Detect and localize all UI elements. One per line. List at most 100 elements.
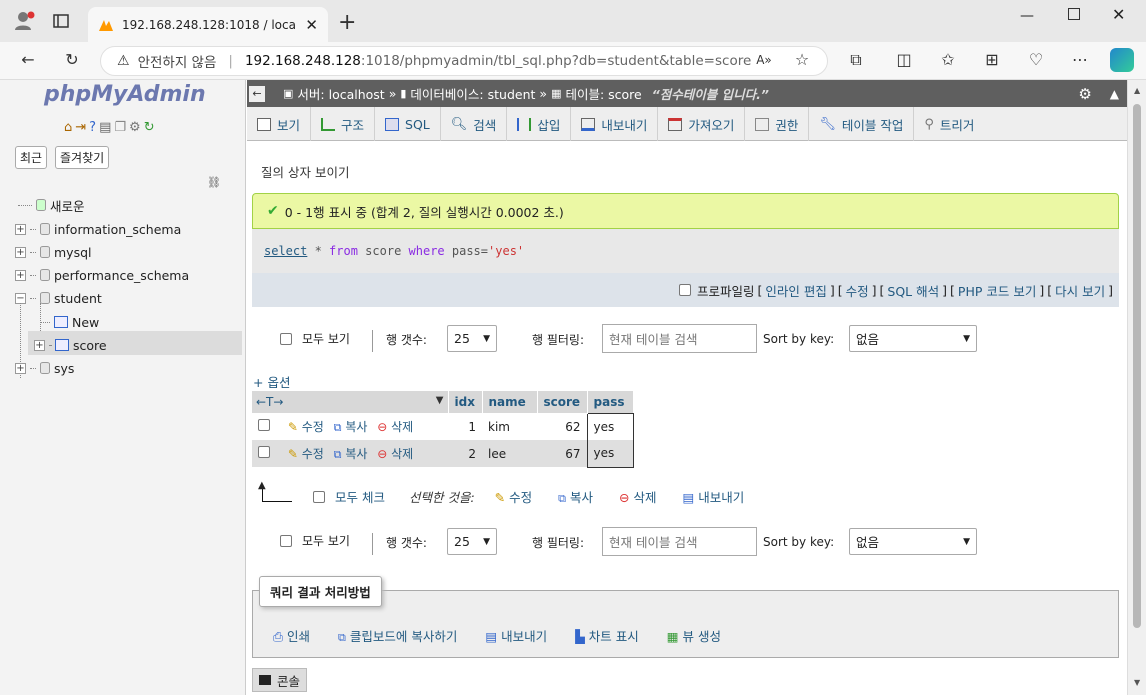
breadcrumb-database[interactable]: 데이터베이스: student bbox=[410, 84, 535, 103]
sort-by-key-select[interactable]: 없음 ▼ bbox=[849, 325, 977, 352]
collapse-nav-icon[interactable]: ← bbox=[249, 85, 265, 102]
explain-sql-link[interactable]: SQL 해석 bbox=[887, 281, 939, 300]
collapse-icon[interactable]: − bbox=[15, 292, 26, 304]
settings-icon[interactable]: ⚙ bbox=[129, 120, 141, 135]
copy-row-button[interactable]: ⧉ 복사 bbox=[334, 420, 368, 434]
bulk-edit-button[interactable]: ✎ 수정 bbox=[495, 487, 532, 506]
scrollbar-thumb[interactable] bbox=[1133, 104, 1141, 628]
favorites-button[interactable]: 즐겨찾기 bbox=[55, 146, 110, 169]
cell-pass[interactable]: yes bbox=[586, 440, 634, 468]
cell-idx[interactable]: 1 bbox=[448, 413, 482, 440]
maximize-icon[interactable] bbox=[1068, 8, 1080, 20]
chart-button[interactable]: ▙ 차트 표시 bbox=[575, 626, 639, 645]
cell-score[interactable]: 67 bbox=[537, 440, 587, 467]
tree-item-information-schema[interactable]: + information_schema bbox=[15, 219, 181, 239]
copilot-icon[interactable] bbox=[1110, 48, 1134, 72]
edit-row-button[interactable]: ✎ 수정 bbox=[288, 420, 324, 434]
profile-icon[interactable] bbox=[14, 10, 36, 32]
read-aloud-icon[interactable]: A» bbox=[752, 48, 776, 72]
cell-pass[interactable]: yes bbox=[586, 412, 634, 440]
filter-rows-input[interactable]: 현재 테이블 검색 bbox=[602, 527, 757, 556]
copy-row-button[interactable]: ⧉ 복사 bbox=[334, 447, 368, 461]
cell-name[interactable]: lee bbox=[482, 440, 537, 467]
create-view-button[interactable]: ▦ 뷰 생성 bbox=[667, 626, 721, 645]
tab-insert[interactable]: 삽입 bbox=[507, 107, 572, 141]
address-bar[interactable]: ⚠ 안전하지 않음 | 192.168.248.128 :1018/phpmya… bbox=[100, 46, 828, 76]
help-icon[interactable]: ? bbox=[89, 120, 96, 135]
tab-triggers[interactable]: ⚲ 트리거 bbox=[914, 107, 984, 141]
delete-row-button[interactable]: ⊖ 삭제 bbox=[377, 420, 413, 434]
breadcrumb-table[interactable]: 테이블: score bbox=[565, 84, 641, 103]
tab-operations[interactable]: 🔧︎ 테이블 작업 bbox=[809, 107, 915, 141]
tab-import[interactable]: 가져오기 bbox=[658, 107, 746, 141]
browser-tab[interactable]: 192.168.248.128:1018 / localhost ✕ bbox=[88, 7, 328, 42]
split-screen-icon[interactable]: ◫ bbox=[892, 48, 916, 72]
more-menu-icon[interactable]: ⋯ bbox=[1068, 48, 1092, 72]
minimize-top-icon[interactable]: ▲ bbox=[1110, 87, 1119, 101]
options-link[interactable]: + 옵션 bbox=[253, 372, 290, 391]
php-code-link[interactable]: PHP 코드 보기 bbox=[958, 281, 1036, 300]
close-tab-icon[interactable]: ✕ bbox=[305, 16, 318, 34]
extensions-icon[interactable]: ⧉ bbox=[844, 48, 868, 72]
tree-item-performance-schema[interactable]: + performance_schema bbox=[15, 265, 189, 285]
docs-icon[interactable]: ▤ bbox=[99, 120, 111, 135]
print-button[interactable]: ⎙ 인쇄 bbox=[273, 626, 310, 645]
collections-icon[interactable]: ⊞ bbox=[980, 48, 1004, 72]
show-query-box-link[interactable]: 질의 상자 보이기 bbox=[261, 162, 349, 181]
copy-clipboard-button[interactable]: ⧉ 클립보드에 복사하기 bbox=[338, 626, 457, 645]
rows-per-page-select[interactable]: 25 ▼ bbox=[447, 528, 497, 555]
rows-per-page-select[interactable]: 25 ▼ bbox=[447, 325, 497, 352]
cell-name[interactable]: kim bbox=[482, 413, 537, 440]
check-all-checkbox[interactable] bbox=[313, 490, 325, 503]
tree-item-mysql[interactable]: + mysql bbox=[15, 242, 92, 262]
bulk-export-button[interactable]: ▤ 내보내기 bbox=[683, 487, 745, 506]
expand-icon[interactable]: + bbox=[15, 246, 26, 258]
tab-privileges[interactable]: 권한 bbox=[745, 107, 810, 141]
export-button[interactable]: ▤ 내보내기 bbox=[485, 626, 547, 645]
show-all-checkbox[interactable] bbox=[280, 332, 292, 345]
cell-score[interactable]: 62 bbox=[537, 413, 587, 440]
profiling-checkbox[interactable] bbox=[678, 284, 691, 296]
console-toggle[interactable]: 콘솔 bbox=[252, 668, 308, 692]
tree-item-sys[interactable]: + sys bbox=[15, 358, 74, 378]
inline-edit-link[interactable]: 인라인 편집 bbox=[765, 281, 826, 300]
home-icon[interactable]: ⌂ bbox=[64, 120, 72, 135]
reload-icon[interactable]: ↻ bbox=[60, 48, 84, 72]
check-all-label[interactable]: 모두 체크 bbox=[335, 487, 385, 506]
row-checkbox[interactable] bbox=[258, 419, 270, 431]
column-header-idx[interactable]: idx bbox=[448, 391, 483, 413]
sort-by-key-select[interactable]: 없음 ▼ bbox=[849, 528, 977, 555]
tree-item-new-table[interactable]: New bbox=[40, 312, 99, 332]
expand-icon[interactable]: + bbox=[15, 362, 26, 374]
refresh-icon[interactable]: ↻ bbox=[144, 120, 155, 135]
column-resize-icon[interactable]: ←T→ bbox=[256, 395, 283, 409]
filter-rows-input[interactable]: 현재 테이블 검색 bbox=[602, 324, 757, 353]
expand-icon[interactable]: + bbox=[15, 269, 26, 281]
tab-search[interactable]: 🔍︎ 검색 bbox=[441, 107, 508, 141]
sql-keyword[interactable]: select bbox=[264, 244, 307, 258]
favorites-icon[interactable]: ✩ bbox=[936, 48, 960, 72]
expand-icon[interactable]: + bbox=[34, 339, 45, 351]
edit-row-button[interactable]: ✎ 수정 bbox=[288, 447, 324, 461]
tab-sql[interactable]: SQL bbox=[375, 107, 441, 141]
delete-row-button[interactable]: ⊖ 삭제 bbox=[377, 447, 413, 461]
tab-browse[interactable]: 보기 bbox=[247, 107, 312, 141]
column-header-score[interactable]: score bbox=[537, 391, 588, 413]
tree-item-student[interactable]: − student bbox=[15, 288, 102, 308]
tab-structure[interactable]: 구조 bbox=[311, 107, 376, 141]
new-tab-icon[interactable]: + bbox=[338, 10, 356, 35]
breadcrumb-server[interactable]: 서버: localhost bbox=[297, 84, 384, 103]
expand-icon[interactable]: + bbox=[15, 223, 26, 235]
minimize-icon[interactable]: — bbox=[1020, 8, 1034, 24]
bulk-copy-button[interactable]: ⧉ 복사 bbox=[558, 487, 593, 506]
column-header-pass[interactable]: pass bbox=[587, 391, 633, 413]
back-icon[interactable]: ← bbox=[16, 48, 40, 72]
edit-query-link[interactable]: 수정 bbox=[846, 281, 869, 300]
settings-icon[interactable]: ⚙ bbox=[1078, 85, 1091, 103]
column-header-name[interactable]: name bbox=[482, 391, 538, 413]
refresh-link[interactable]: 다시 보기 bbox=[1055, 281, 1105, 300]
logout-icon[interactable]: ⇥ bbox=[75, 120, 86, 135]
bulk-delete-button[interactable]: ⊖ 삭제 bbox=[619, 487, 656, 506]
copy-icon[interactable]: ❐ bbox=[114, 120, 126, 135]
scrollbar[interactable]: ▲ ▼ bbox=[1127, 80, 1146, 695]
